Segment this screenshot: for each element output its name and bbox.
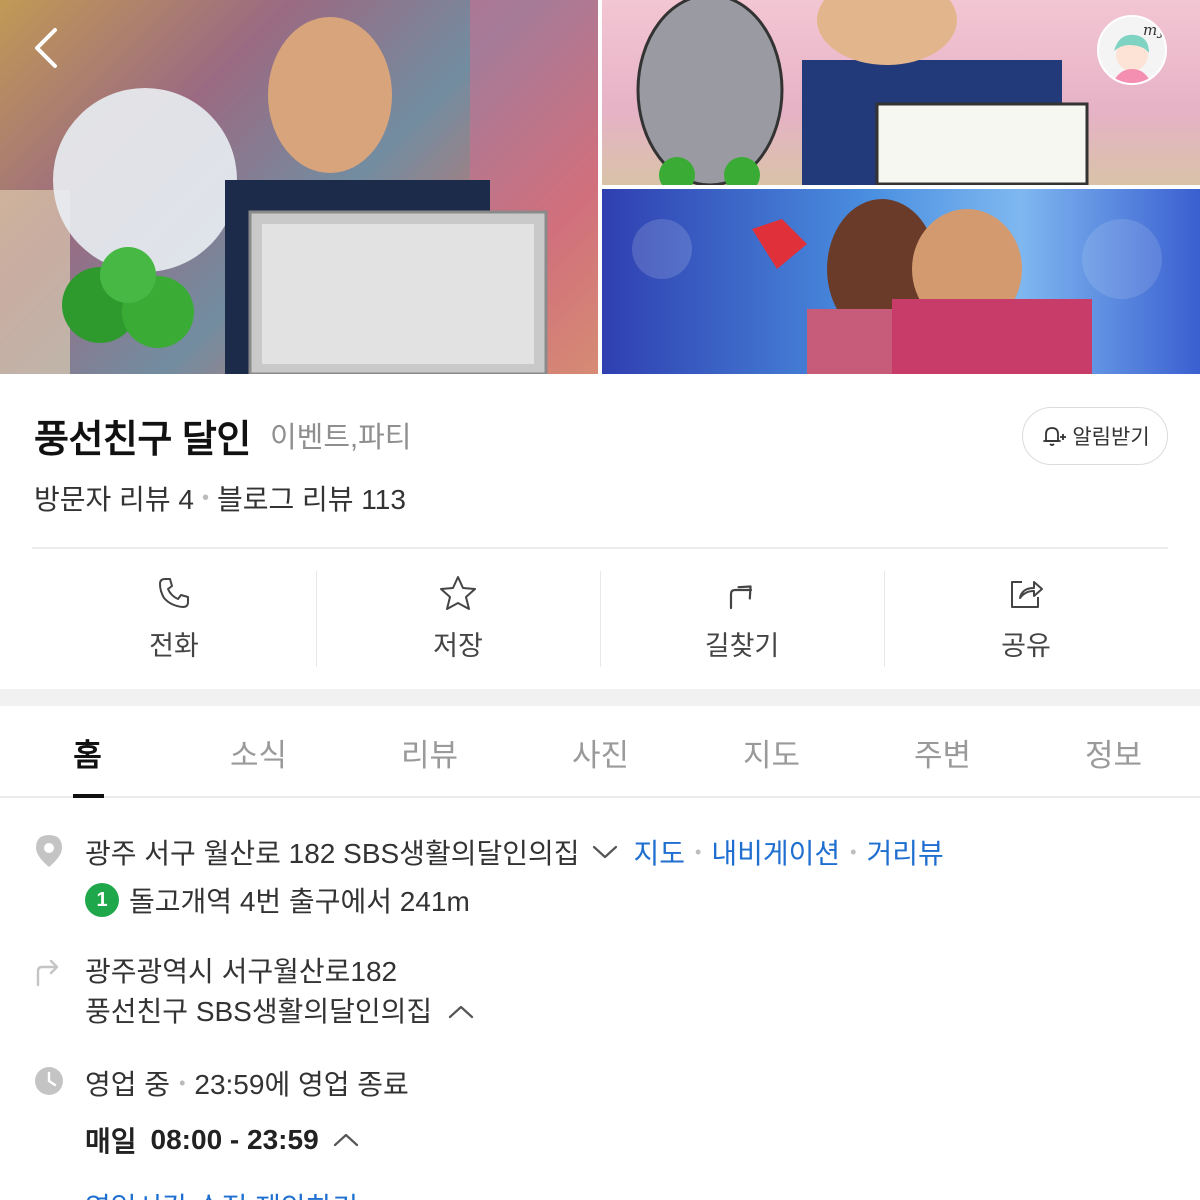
- share-label: 공유: [1001, 631, 1051, 661]
- tab-home[interactable]: 홈: [2, 706, 173, 798]
- directions-label: 길찾기: [704, 631, 780, 661]
- phone-icon: [159, 578, 189, 608]
- separator-dot: •: [179, 1072, 186, 1093]
- chevron-up-icon: [333, 1133, 358, 1147]
- back-button[interactable]: [22, 24, 70, 72]
- edit-hours-link[interactable]: 영업시간 수정 제안하기: [85, 1186, 358, 1200]
- subway-text: 돌고개역 4번 출구에서 241m: [129, 886, 470, 917]
- tab-photos[interactable]: 사진: [515, 706, 686, 796]
- directions-line-1: 광주광역시 서구월산로182: [85, 956, 398, 987]
- share-icon: [1011, 581, 1043, 608]
- tab-reviews[interactable]: 리뷰: [344, 706, 515, 796]
- tab-nearby[interactable]: 주변: [857, 706, 1028, 796]
- place-name: 풍선친구 달인: [34, 419, 251, 461]
- daily-hours-text: 08:00 - 23:59: [150, 1124, 319, 1155]
- map-link[interactable]: 지도: [634, 832, 686, 872]
- tab-info[interactable]: 정보: [1028, 706, 1199, 796]
- separator-dot: •: [695, 841, 702, 862]
- address-text: 광주 서구 월산로 182 SBS생활의달인의집: [85, 838, 580, 869]
- status-text: 영업 중: [85, 1069, 171, 1100]
- back-arrow-icon: [35, 28, 57, 68]
- tab-map[interactable]: 지도: [686, 706, 857, 796]
- stage-photo[interactable]: [602, 189, 1200, 374]
- star-icon: [440, 576, 476, 610]
- avatar-icon: my: [1113, 21, 1165, 83]
- location-pin-icon: [34, 834, 64, 872]
- expand-address-button[interactable]: [592, 844, 618, 860]
- street-view-link[interactable]: 거리뷰: [866, 832, 943, 872]
- save-button[interactable]: 저장: [316, 549, 600, 689]
- main-photo[interactable]: [0, 0, 598, 374]
- separator-dot: •: [201, 486, 209, 509]
- photo-gallery[interactable]: my: [0, 0, 1200, 374]
- visitor-review-count[interactable]: 방문자 리뷰 4: [34, 478, 194, 518]
- chevron-up-icon: [449, 1005, 474, 1019]
- directions-turn-icon: [34, 955, 64, 991]
- closing-time-text: 23:59에 영업 종료: [194, 1069, 409, 1100]
- directions-line-2: 풍선친구 SBS생활의달인의집: [85, 996, 433, 1027]
- section-divider: [0, 689, 1200, 706]
- call-button[interactable]: 전화: [32, 549, 316, 689]
- separator-dot: •: [850, 841, 857, 862]
- collapse-directions-button[interactable]: [448, 1004, 474, 1020]
- save-label: 저장: [433, 631, 483, 661]
- directions-description: 광주광역시 서구월산로182 풍선친구 SBS생활의달인의집: [85, 952, 474, 1032]
- directions-button[interactable]: 길찾기: [600, 549, 884, 689]
- action-bar: 전화 저장 길찾기 공유: [32, 549, 1168, 689]
- review-summary: 방문자 리뷰 4 • 블로그 리뷰 113: [34, 478, 406, 518]
- tab-bar: 홈 소식 리뷰 사진 지도 주변 정보: [0, 706, 1200, 798]
- business-status: 영업 중 • 23:59에 영업 종료: [85, 1063, 409, 1103]
- directions-icon: [729, 585, 753, 610]
- my-profile-button[interactable]: my: [1097, 15, 1167, 85]
- stage-photo-art: [632, 199, 1162, 374]
- place-category: 이벤트,파티: [270, 422, 412, 454]
- alarm-label: 알림받기: [1072, 426, 1150, 449]
- main-photo-illustration: [0, 0, 598, 374]
- collapse-hours-button[interactable]: [333, 1132, 359, 1148]
- bell-plus-icon: [1043, 427, 1067, 446]
- clock-icon: [34, 1066, 64, 1100]
- chevron-down-icon: [592, 845, 617, 859]
- subway-line-badge: 1: [85, 883, 119, 917]
- navigation-link[interactable]: 내비게이션: [711, 832, 840, 872]
- daily-label: 매일: [85, 1126, 137, 1157]
- subway-info: 1 돌고개역 4번 출구에서 241m: [85, 880, 470, 920]
- blog-review-count[interactable]: 블로그 리뷰 113: [217, 478, 406, 518]
- share-button[interactable]: 공유: [884, 549, 1168, 689]
- daily-hours: 매일 08:00 - 23:59: [85, 1120, 359, 1160]
- alarm-button[interactable]: 알림받기: [1022, 407, 1168, 465]
- place-header: 풍선친구 달인 이벤트,파티 알림받기: [34, 404, 1168, 465]
- call-label: 전화: [149, 631, 199, 661]
- address-row: 광주 서구 월산로 182 SBS생활의달인의집 지도 • 내비게이션 • 거리…: [85, 832, 944, 872]
- tab-news[interactable]: 소식: [173, 706, 344, 796]
